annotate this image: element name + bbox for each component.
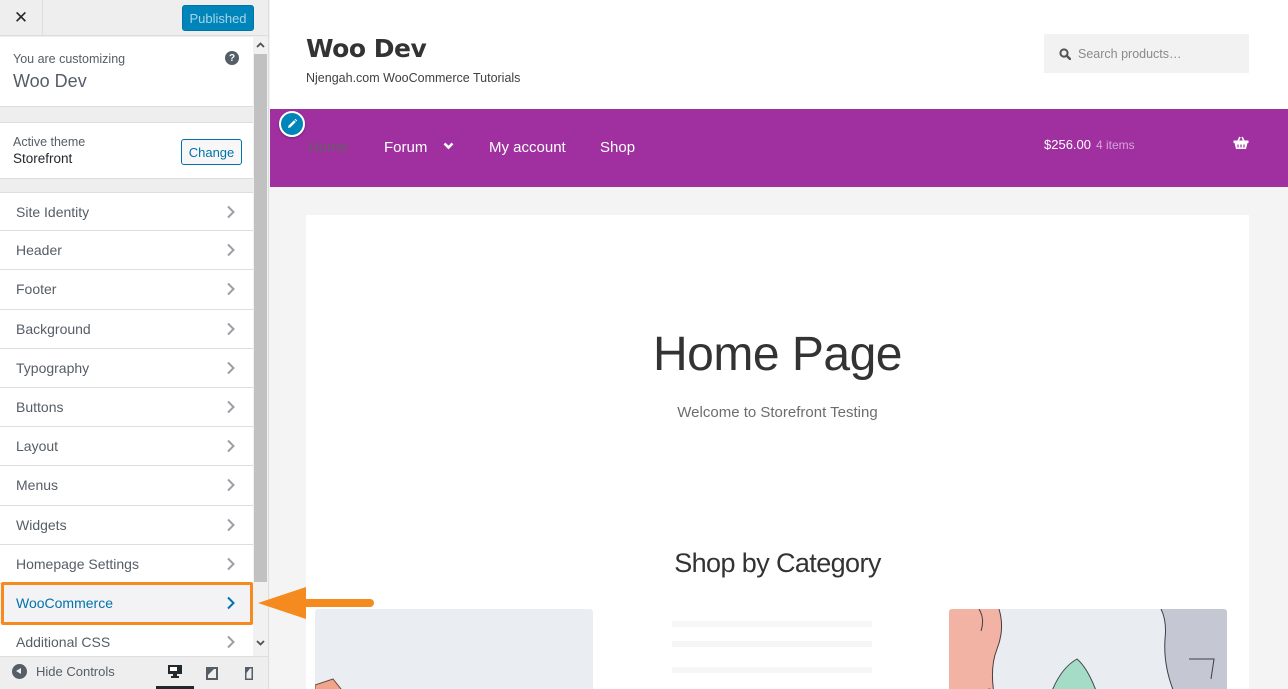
section-label: Menus: [16, 477, 59, 494]
section-site-identity[interactable]: Site Identity: [0, 192, 253, 232]
desktop-icon: [168, 665, 182, 678]
collapse-arrow-icon: [12, 664, 27, 679]
category-image: [315, 678, 342, 689]
customizing-site-name: Woo Dev: [13, 71, 87, 91]
preview-mobile-button[interactable]: [230, 657, 268, 689]
category-card[interactable]: [632, 609, 910, 689]
site-preview: Woo Dev Njengah.com WooCommerce Tutorial…: [270, 0, 1288, 689]
section-label: Buttons: [16, 399, 64, 416]
scroll-down-arrow-icon[interactable]: [253, 635, 268, 651]
cart-item-count: 4 items: [1096, 138, 1135, 152]
section-widgets[interactable]: Widgets: [0, 505, 253, 545]
section-label: Site Identity: [16, 203, 90, 220]
nav-item-forum[interactable]: Forum: [384, 139, 427, 156]
hide-controls-label: Hide Controls: [36, 664, 115, 679]
section-buttons[interactable]: Buttons: [0, 387, 253, 428]
search-input[interactable]: [1078, 46, 1238, 61]
chevron-right-icon: [226, 439, 238, 453]
faint-image-detail: [672, 641, 872, 647]
cart-total: $256.00: [1044, 137, 1091, 152]
scroll-up-arrow-icon[interactable]: [253, 37, 268, 53]
chevron-right-icon: [226, 400, 238, 414]
customizer-sections: Site Identity Header Footer Background T…: [0, 192, 253, 657]
section-layout[interactable]: Layout: [0, 427, 253, 467]
category-card[interactable]: [949, 609, 1227, 689]
shop-by-category-heading: Shop by Category: [674, 548, 881, 578]
section-label: WooCommerce: [16, 594, 113, 611]
customizer-window: ✕ Published You are customizing Woo Dev …: [0, 0, 1288, 689]
section-label: Additional CSS: [16, 634, 111, 651]
faint-image-detail: [672, 667, 872, 673]
chevron-right-icon: [226, 557, 238, 571]
chevron-right-icon: [226, 518, 238, 532]
cart-summary-link[interactable]: $256.00 4 items: [1044, 137, 1135, 152]
chevron-right-icon: [226, 596, 238, 610]
section-label: Homepage Settings: [16, 555, 139, 572]
sidebar-panel: You are customizing Woo Dev ? Active the…: [0, 37, 268, 657]
nav-item-shop[interactable]: Shop: [600, 139, 635, 156]
sidebar-footer: Hide Controls: [0, 656, 268, 689]
section-footer[interactable]: Footer: [0, 270, 253, 310]
section-homepage-settings[interactable]: Homepage Settings: [0, 544, 253, 584]
category-image: [949, 609, 1227, 689]
chevron-right-icon: [226, 243, 238, 257]
scrollbar-thumb[interactable]: [254, 54, 267, 582]
section-label: Background: [16, 320, 91, 337]
active-theme-label: Active theme: [13, 135, 86, 149]
section-label: Footer: [16, 281, 57, 298]
close-icon: ✕: [13, 8, 29, 28]
site-tagline: Njengah.com WooCommerce Tutorials: [306, 71, 521, 85]
tablet-icon: [206, 667, 218, 680]
pencil-icon: [288, 118, 298, 128]
page-title: Home Page: [653, 328, 902, 381]
preview-tablet-button[interactable]: [193, 657, 231, 689]
active-theme-name: Storefront: [13, 151, 73, 166]
sidebar-scrollbar[interactable]: [253, 37, 268, 657]
search-icon: [1059, 47, 1071, 60]
section-background[interactable]: Background: [0, 309, 253, 349]
close-customizer-button[interactable]: ✕: [0, 0, 43, 36]
basket-icon[interactable]: [1233, 136, 1249, 150]
section-label: Widgets: [16, 516, 67, 533]
site-title[interactable]: Woo Dev: [306, 34, 427, 63]
chevron-right-icon: [226, 635, 238, 649]
chevron-right-icon: [226, 361, 238, 375]
mobile-icon: [245, 667, 253, 680]
section-label: Layout: [16, 438, 59, 455]
site-header: Woo Dev Njengah.com WooCommerce Tutorial…: [270, 0, 1288, 109]
chevron-right-icon: [226, 282, 238, 296]
nav-item-home[interactable]: Home: [308, 139, 348, 156]
published-button[interactable]: Published: [182, 5, 254, 31]
help-icon[interactable]: ?: [225, 51, 239, 65]
section-label: Header: [16, 242, 62, 259]
edit-menu-shortcut-button[interactable]: [279, 111, 305, 137]
preview-desktop-button[interactable]: [156, 657, 194, 689]
chevron-right-icon: [226, 205, 238, 219]
section-additional-css[interactable]: Additional CSS: [0, 623, 253, 657]
section-menus[interactable]: Menus: [0, 466, 253, 506]
customizer-sidebar: ✕ Published You are customizing Woo Dev …: [0, 0, 269, 689]
category-card[interactable]: [315, 609, 593, 689]
faint-image-detail: [672, 621, 872, 627]
section-label: Typography: [16, 359, 90, 376]
customizing-info: You are customizing Woo Dev ?: [0, 37, 253, 107]
chevron-right-icon: [226, 478, 238, 492]
primary-navigation: Home Forum My account Shop $256.00 4 item…: [270, 109, 1288, 187]
page-content: Home Page Welcome to Storefront Testing …: [306, 215, 1249, 689]
change-theme-button[interactable]: Change: [181, 139, 242, 165]
nav-item-my-account[interactable]: My account: [489, 139, 566, 156]
sidebar-header: ✕ Published: [0, 0, 268, 36]
active-theme-panel: Active theme Storefront Change: [0, 122, 253, 179]
section-header[interactable]: Header: [0, 231, 253, 271]
section-woocommerce[interactable]: WooCommerce: [0, 583, 253, 624]
customizing-label: You are customizing: [13, 52, 126, 66]
chevron-down-icon[interactable]: [443, 142, 454, 150]
product-search: [1044, 34, 1249, 73]
chevron-right-icon: [226, 322, 238, 336]
page-subtitle: Welcome to Storefront Testing: [677, 404, 878, 421]
section-typography[interactable]: Typography: [0, 348, 253, 388]
